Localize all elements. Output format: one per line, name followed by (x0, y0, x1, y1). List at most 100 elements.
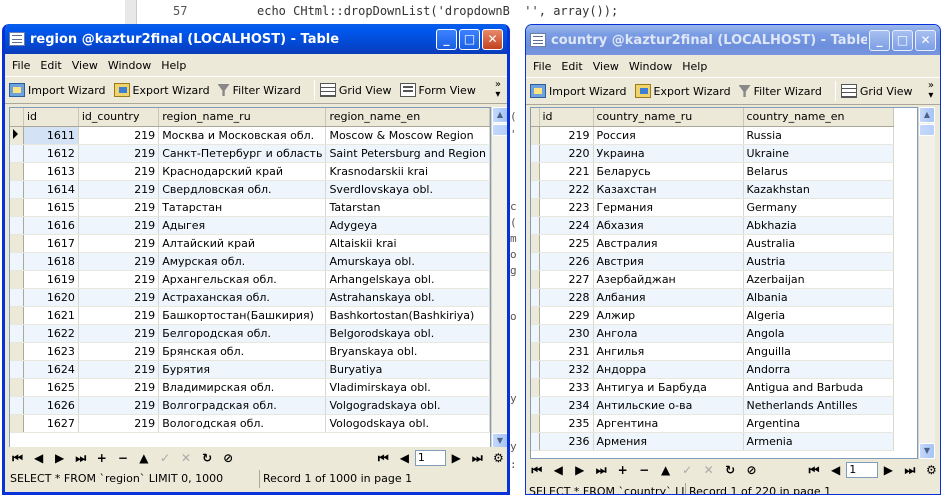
table-row[interactable]: 1618 219 Амурская обл. Amurskaya obl. (10, 252, 490, 271)
table-cell[interactable]: 1615 (23, 198, 79, 217)
table-cell[interactable]: Vologodskaya obl. (325, 414, 490, 433)
add-record-icon[interactable]: + (91, 451, 112, 465)
next-page-icon[interactable]: ▶ (446, 451, 467, 465)
row-indicator[interactable] (531, 198, 540, 217)
table-cell[interactable]: Azerbaijan (743, 270, 894, 289)
column-header[interactable]: region_name_ru (158, 108, 327, 127)
table-cell[interactable]: 1619 (23, 270, 79, 289)
column-header[interactable]: country_name_en (743, 108, 894, 127)
table-cell[interactable]: 223 (539, 198, 594, 217)
table-row[interactable]: 1626 219 Волгоградская обл. Volgogradskaya … (10, 396, 490, 415)
table-cell[interactable]: Russia (743, 126, 894, 145)
table-cell[interactable]: Брянская обл. (158, 342, 327, 361)
next-record-icon[interactable]: ▶ (569, 463, 590, 477)
row-indicator[interactable] (531, 180, 540, 199)
menu-view[interactable]: View (588, 60, 624, 73)
cancel-icon[interactable]: ✕ (698, 463, 719, 477)
last-record-icon[interactable]: ⏭ (70, 451, 91, 466)
row-indicator[interactable] (10, 414, 24, 433)
row-indicator[interactable] (10, 378, 24, 397)
stop-icon[interactable]: ⊘ (741, 463, 762, 477)
table-cell[interactable]: Tatarstan (325, 198, 490, 217)
table-cell[interactable]: 222 (539, 180, 594, 199)
table-cell[interactable]: Argentina (743, 414, 894, 433)
row-indicator[interactable] (531, 270, 540, 289)
row-indicator[interactable] (10, 324, 24, 343)
table-cell[interactable]: 226 (539, 252, 594, 271)
row-indicator[interactable] (10, 216, 24, 235)
table-cell[interactable]: 219 (78, 234, 160, 253)
table-row[interactable]: 221 Беларусь Belarus (531, 162, 894, 181)
stop-icon[interactable]: ⊘ (218, 451, 239, 465)
prev-record-icon[interactable]: ◀ (28, 451, 49, 465)
table-cell[interactable]: Sverdlovskaya obl. (325, 180, 490, 199)
add-record-icon[interactable]: + (612, 463, 633, 477)
table-cell[interactable]: Санкт-Петербург и область (158, 144, 327, 163)
table-row[interactable]: 1615 219 Татарстан Tatarstan (10, 198, 490, 217)
first-record-icon[interactable]: ⏮ (526, 463, 547, 478)
next-record-icon[interactable]: ▶ (49, 451, 70, 465)
table-cell[interactable]: 236 (539, 432, 594, 451)
table-cell[interactable]: Аргентина (593, 414, 744, 433)
table-cell[interactable]: 232 (539, 360, 594, 379)
apply-icon[interactable]: ✓ (676, 463, 697, 477)
table-cell[interactable]: Belarus (743, 162, 894, 181)
table-cell[interactable]: Austria (743, 252, 894, 271)
table-cell[interactable]: Andorra (743, 360, 894, 379)
table-cell[interactable]: Belgorodskaya obl. (325, 324, 490, 343)
table-cell[interactable]: 1622 (23, 324, 79, 343)
table-cell[interactable]: Bryanskaya obl. (325, 342, 490, 361)
table-cell[interactable]: 219 (78, 342, 160, 361)
table-cell[interactable]: 225 (539, 234, 594, 253)
row-indicator[interactable] (531, 234, 540, 253)
table-cell[interactable]: Башкортостан(Башкирия) (158, 306, 327, 325)
menu-file[interactable]: File (7, 59, 35, 72)
row-indicator[interactable] (10, 252, 24, 271)
table-cell[interactable]: Бурятия (158, 360, 327, 379)
table-cell[interactable]: Kazakhstan (743, 180, 894, 199)
table-cell[interactable]: 219 (78, 360, 160, 379)
table-row[interactable]: 1612 219 Санкт-Петербург и область Saint Pe… (10, 144, 490, 163)
table-cell[interactable]: 227 (539, 270, 594, 289)
settings-icon[interactable]: ⚙ (921, 463, 940, 477)
first-page-icon[interactable]: ⏮ (803, 463, 824, 478)
table-row[interactable]: 229 Алжир Algeria (531, 306, 894, 325)
table-cell[interactable]: Germany (743, 198, 894, 217)
table-cell[interactable]: Волгоградская обл. (158, 396, 327, 415)
table-cell[interactable]: Volgogradskaya obl. (325, 396, 490, 415)
scroll-up-icon[interactable]: ▲ (492, 107, 507, 123)
table-cell[interactable]: Ukraine (743, 144, 894, 163)
scroll-down-icon[interactable]: ▼ (919, 443, 935, 459)
table-cell[interactable]: Ангола (593, 324, 744, 343)
row-indicator[interactable] (10, 234, 24, 253)
prev-record-icon[interactable]: ◀ (547, 463, 568, 477)
table-cell[interactable]: 1616 (23, 216, 79, 235)
table-row[interactable]: 1616 219 Адыгея Adygeya (10, 216, 490, 235)
last-page-icon[interactable]: ⏭ (467, 451, 488, 466)
row-indicator[interactable] (531, 144, 540, 163)
table-row[interactable]: 1619 219 Архангельская обл. Arhangelskaya o… (10, 270, 490, 289)
table-row[interactable]: 219 Россия Russia (531, 126, 894, 145)
table-row[interactable]: 233 Антигуа и Барбуда Antigua and Barbuda (531, 378, 894, 397)
table-row[interactable]: 223 Германия Germany (531, 198, 894, 217)
table-cell[interactable]: 1613 (23, 162, 79, 181)
menu-edit[interactable]: Edit (35, 59, 66, 72)
table-cell[interactable]: 1627 (23, 414, 79, 433)
first-record-icon[interactable]: ⏮ (7, 451, 28, 466)
table-cell[interactable]: Albania (743, 288, 894, 307)
table-row[interactable]: 1621 219 Башкортостан(Башкирия) Bashkortost… (10, 306, 490, 325)
row-indicator[interactable] (10, 126, 24, 145)
row-indicator[interactable] (531, 252, 540, 271)
row-indicator[interactable] (10, 162, 24, 181)
table-cell[interactable]: 219 (78, 378, 160, 397)
table-cell[interactable]: 219 (78, 198, 160, 217)
table-cell[interactable]: 235 (539, 414, 594, 433)
table-cell[interactable]: Krasnodarskii krai (325, 162, 490, 181)
table-cell[interactable]: Владимирская обл. (158, 378, 327, 397)
table-cell[interactable]: Беларусь (593, 162, 744, 181)
grid-view-button[interactable]: Grid View (319, 83, 392, 97)
maximize-button[interactable]: □ (892, 29, 913, 51)
row-indicator[interactable] (531, 360, 540, 379)
page-number-input[interactable]: 1 (414, 450, 446, 466)
table-row[interactable]: 1617 219 Алтайский край Altaiskii krai (10, 234, 490, 253)
